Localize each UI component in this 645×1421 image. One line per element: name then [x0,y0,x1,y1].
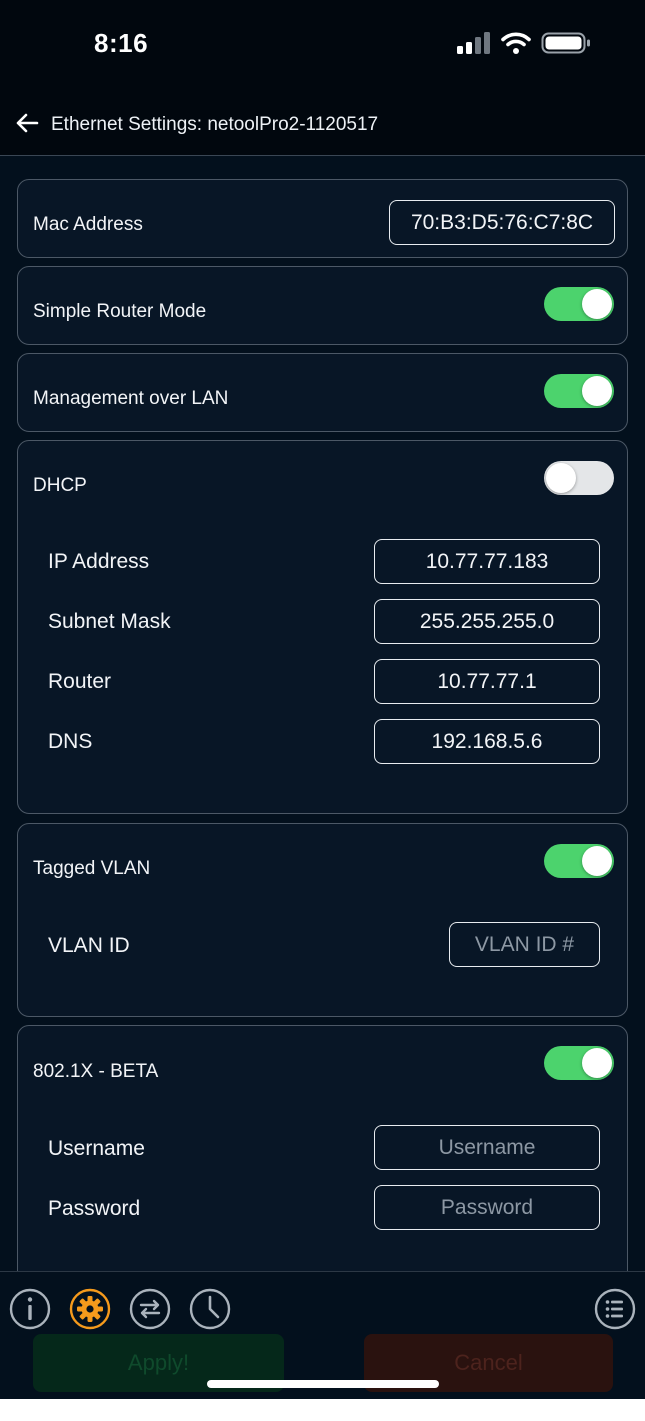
mac-address-value: 70:B3:D5:76:C7:8C [389,200,615,245]
dns-label: DNS [48,730,93,753]
status-bar: 8:16 [0,0,645,92]
toggle-knob [546,463,576,493]
back-arrow-icon[interactable] [14,110,40,136]
management-lan-card: Management over LAN [17,353,628,432]
dhcp-label: DHCP [33,475,87,496]
mac-address-label: Mac Address [33,214,143,235]
navigation-header: Ethernet Settings: netoolPro2-1120517 [0,92,645,156]
subnet-mask-input[interactable]: 255.255.255.0 [374,599,600,644]
home-indicator [207,1380,439,1388]
simple-router-label: Simple Router Mode [33,301,207,322]
management-lan-toggle[interactable] [544,374,614,408]
wifi-icon [501,32,531,54]
page-title: Ethernet Settings: netoolPro2-1120517 [51,114,379,135]
management-lan-label: Management over LAN [33,388,229,409]
dot1x-card: 802.1X - BETA Username Username Password… [17,1025,628,1287]
simple-router-toggle[interactable] [544,287,614,321]
router-input[interactable]: 10.77.77.1 [374,659,600,704]
tagged-vlan-toggle[interactable] [544,844,614,878]
username-input[interactable]: Username [374,1125,600,1170]
toggle-knob [582,376,612,406]
toggle-knob [582,289,612,319]
dot1x-toggle[interactable] [544,1046,614,1080]
toggle-knob [582,846,612,876]
page-bottom-edge [0,1399,645,1421]
subnet-mask-label: Subnet Mask [48,610,171,633]
password-input[interactable]: Password [374,1185,600,1230]
battery-icon [541,32,590,54]
username-label: Username [48,1137,145,1160]
status-time: 8:16 [94,28,149,58]
router-label: Router [48,670,112,693]
dhcp-toggle[interactable] [544,461,614,495]
toggle-knob [582,1048,612,1078]
info-icon[interactable] [9,1288,51,1330]
clock-icon[interactable] [189,1288,231,1330]
simple-router-card: Simple Router Mode [17,266,628,345]
vlan-id-label: VLAN ID [48,934,130,957]
password-label: Password [48,1197,141,1220]
ip-address-label: IP Address [48,550,150,573]
vlan-id-input[interactable]: VLAN ID # [449,922,600,967]
tagged-vlan-card: Tagged VLAN VLAN ID VLAN ID # [17,823,628,1017]
dot1x-label: 802.1X - BETA [33,1061,159,1082]
cellular-signal-icon [457,32,490,54]
mac-address-card: Mac Address 70:B3:D5:76:C7:8C [17,179,628,258]
tagged-vlan-label: Tagged VLAN [33,858,151,879]
swap-arrows-icon[interactable] [129,1288,171,1330]
dns-input[interactable]: 192.168.5.6 [374,719,600,764]
dhcp-card: DHCP IP Address 10.77.77.183 Subnet Mask… [17,440,628,814]
gear-icon[interactable] [69,1288,111,1330]
ip-address-input[interactable]: 10.77.77.183 [374,539,600,584]
list-icon[interactable] [594,1288,636,1330]
